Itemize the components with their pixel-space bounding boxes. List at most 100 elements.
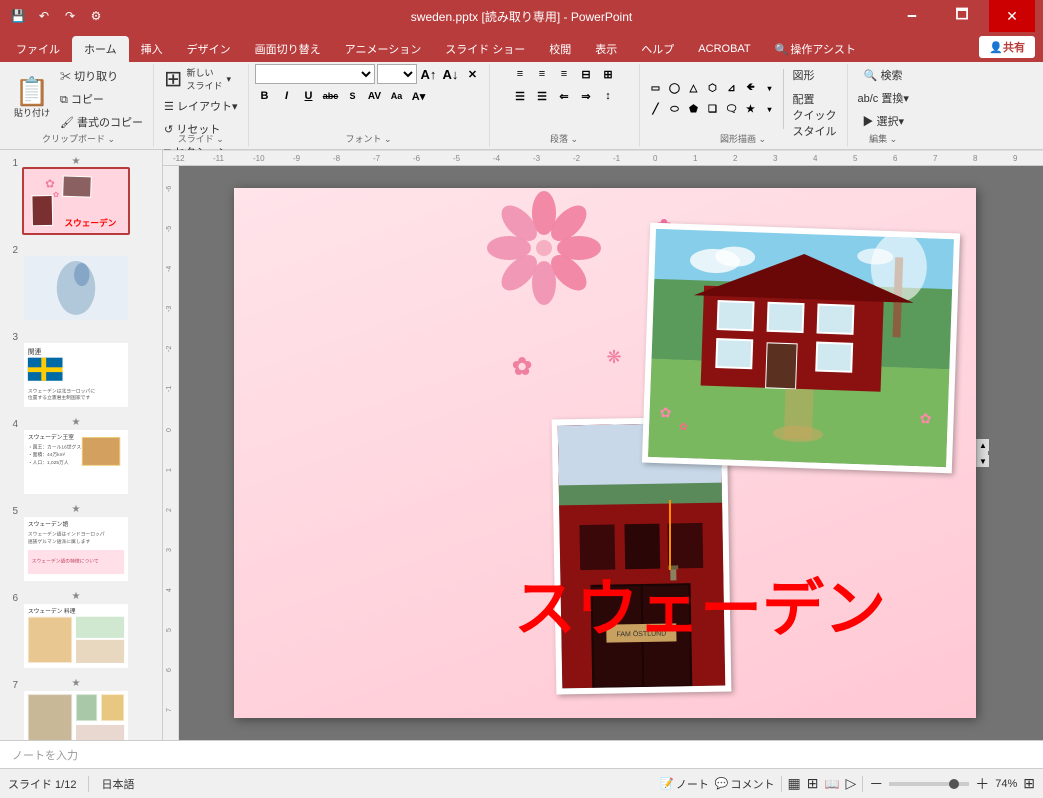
slide-title-text[interactable]: スウェーデン <box>514 558 886 648</box>
slide-thumbnail-4[interactable]: スウェーデン王室 ・国王：カール16世グスタフ ・面積：44万km² ・人口：1… <box>22 428 130 496</box>
fontcolor-button[interactable]: A▾ <box>409 86 429 106</box>
slide-thumbnail-3[interactable]: 関連 スウェーデンは北ヨーロッパに 位置する立憲君主制国家です <box>22 341 130 409</box>
shape-item[interactable]: △ <box>684 79 704 99</box>
slide-thumb-1[interactable]: 1 ★ スウェーデン <box>4 154 158 237</box>
select-button[interactable]: ▶ 選択▾ <box>858 110 908 132</box>
share-button[interactable]: 👤共有 <box>979 36 1035 58</box>
zoom-slider[interactable] <box>889 782 969 786</box>
align-right-button[interactable]: ≡ <box>554 64 574 84</box>
align-center-button[interactable]: ≡ <box>532 64 552 84</box>
notes-view-button[interactable]: 📝ノート <box>660 776 709 792</box>
minimize-button[interactable]: 🗕 <box>889 0 935 32</box>
shape-item[interactable]: 🡸 <box>741 79 761 99</box>
align-left-button[interactable]: ≡ <box>510 64 530 84</box>
format-copy-button[interactable]: 🖌 書式のコピー <box>56 111 147 133</box>
text-direction-button[interactable]: ⊞ <box>598 64 618 84</box>
shapes-button[interactable]: 図形 <box>789 64 841 86</box>
shadow-button[interactable]: S <box>343 86 363 106</box>
slide-thumbnail-5[interactable]: スウェーデン語 スウェーデン語はインドヨーロッパ 語族ゲルマン語派に属します ス… <box>22 515 130 583</box>
slide-canvas[interactable]: ✿ ✿ ❋ <box>179 166 1043 740</box>
increase-font-button[interactable]: A↑ <box>419 64 439 84</box>
numbering-button[interactable]: ☰ <box>532 86 552 106</box>
italic-button[interactable]: I <box>277 86 297 106</box>
slide-thumb-2[interactable]: 2 <box>4 241 158 324</box>
search-button[interactable]: 🔍 検索 <box>860 64 907 86</box>
tab-review[interactable]: 校閲 <box>537 36 583 62</box>
underline-button[interactable]: U <box>299 86 319 106</box>
shape-item[interactable]: ▾ <box>760 100 780 120</box>
redo-icon[interactable]: ↷ <box>60 6 80 26</box>
font-size-select[interactable] <box>377 64 417 84</box>
zoom-minus-button[interactable]: － <box>869 774 883 794</box>
tab-view[interactable]: 表示 <box>583 36 629 62</box>
shape-item[interactable]: ★ <box>741 100 761 120</box>
scroll-down-button[interactable]: ▼ <box>977 455 989 467</box>
undo-icon[interactable]: ↶ <box>34 6 54 26</box>
vertical-scrollbar[interactable]: ▲ ▼ <box>976 439 988 467</box>
replace-button[interactable]: ab/c 置換▾ <box>854 87 913 109</box>
bullets-button[interactable]: ☰ <box>510 86 530 106</box>
slides-panel[interactable]: 1 ★ スウェーデン <box>0 150 163 740</box>
comments-button[interactable]: 💬コメント <box>715 776 775 792</box>
fit-button[interactable]: ⊞ <box>1023 775 1035 792</box>
shape-item[interactable]: ⬡ <box>703 79 723 99</box>
tab-animations[interactable]: アニメーション <box>333 36 434 62</box>
copy-button[interactable]: ⧉ コピー <box>56 88 147 110</box>
shape-item[interactable]: ⬟ <box>684 100 704 120</box>
fontcase-button[interactable]: Aa <box>387 86 407 106</box>
slide-thumbnail-6[interactable]: スウェーデン 料理 <box>22 602 130 670</box>
slide[interactable]: ✿ ✿ ❋ <box>234 188 976 718</box>
slide-thumb-5[interactable]: 5 ★ スウェーデン語 スウェーデン語はインドヨーロッパ 語族ゲルマン語派に属し… <box>4 502 158 585</box>
slide-thumbnail-2[interactable] <box>22 254 130 322</box>
slideshow-button[interactable]: ▷ <box>845 775 856 792</box>
shape-item[interactable]: ❑ <box>703 100 723 120</box>
shape-item[interactable]: ◯ <box>665 79 685 99</box>
shape-item[interactable]: ▭ <box>646 79 666 99</box>
shape-more-button[interactable]: ▾ <box>760 79 780 99</box>
decrease-indent-button[interactable]: ⇐ <box>554 86 574 106</box>
slide-thumb-3[interactable]: 3 関連 スウェーデンは北ヨーロッパに 位置する立憲君主制国家です <box>4 328 158 411</box>
shape-item[interactable]: ⬭ <box>665 100 685 120</box>
slide-thumb-7[interactable]: 7 ★ <box>4 676 158 740</box>
notes-area[interactable]: ノートを入力 <box>0 740 1043 768</box>
reading-view-button[interactable]: 📖 <box>825 777 840 791</box>
quick-styles-button[interactable]: クイックスタイル <box>789 112 841 134</box>
tab-assist[interactable]: 🔍操作アシスト <box>763 36 868 62</box>
cut-button[interactable]: ✂ 切り取り <box>56 65 147 87</box>
maximize-button[interactable]: 🗖 <box>939 0 985 32</box>
slide-thumbnail-7[interactable] <box>22 689 130 740</box>
shape-item[interactable]: ╱ <box>646 100 666 120</box>
tab-slideshow[interactable]: スライド ショー <box>433 36 537 62</box>
tab-transitions[interactable]: 画面切り替え <box>243 36 333 62</box>
slide-thumb-6[interactable]: 6 ★ スウェーデン 料理 <box>4 589 158 672</box>
tab-design[interactable]: デザイン <box>175 36 243 62</box>
font-spacing-button[interactable]: AV <box>365 86 385 106</box>
slide-thumbnail-1[interactable]: スウェーデン ✿ ✿ <box>22 167 130 235</box>
tab-home[interactable]: ホーム <box>72 36 129 62</box>
clear-format-button[interactable]: ✕ <box>463 64 483 84</box>
close-button[interactable]: ✕ <box>989 0 1035 32</box>
tab-help[interactable]: ヘルプ <box>629 36 686 62</box>
slide-thumb-4[interactable]: 4 ★ スウェーデン王室 ・国王：カール16世グスタフ ・面積：44万km² ・… <box>4 415 158 498</box>
house-photo[interactable]: ✿ ✿ ✿ <box>642 223 960 474</box>
layout-button[interactable]: ☰ レイアウト▾ <box>160 95 241 117</box>
tab-acrobat[interactable]: ACROBAT <box>686 36 762 62</box>
zoom-thumb[interactable] <box>949 779 959 789</box>
increase-indent-button[interactable]: ⇒ <box>576 86 596 106</box>
settings-icon[interactable]: ⚙ <box>86 6 106 26</box>
strikethrough-button[interactable]: abc <box>321 86 341 106</box>
save-icon[interactable]: 💾 <box>8 6 28 26</box>
shape-item[interactable]: 🗨 <box>722 100 742 120</box>
tab-file[interactable]: ファイル <box>4 36 72 62</box>
font-name-select[interactable] <box>255 64 375 84</box>
zoom-plus-button[interactable]: ＋ <box>975 774 989 794</box>
decrease-font-button[interactable]: A↓ <box>441 64 461 84</box>
normal-view-button[interactable]: ▦ <box>788 775 801 792</box>
shape-item[interactable]: ⊿ <box>722 79 742 99</box>
slide-sorter-button[interactable]: ⊞ <box>807 775 819 792</box>
scroll-up-button[interactable]: ▲ <box>977 439 989 451</box>
paste-button[interactable]: 📋 貼り付け <box>10 76 54 121</box>
new-slide-button[interactable]: ⊞ 新しいスライド ▾ <box>160 64 235 94</box>
bold-button[interactable]: B <box>255 86 275 106</box>
columns-button[interactable]: ⊟ <box>576 64 596 84</box>
